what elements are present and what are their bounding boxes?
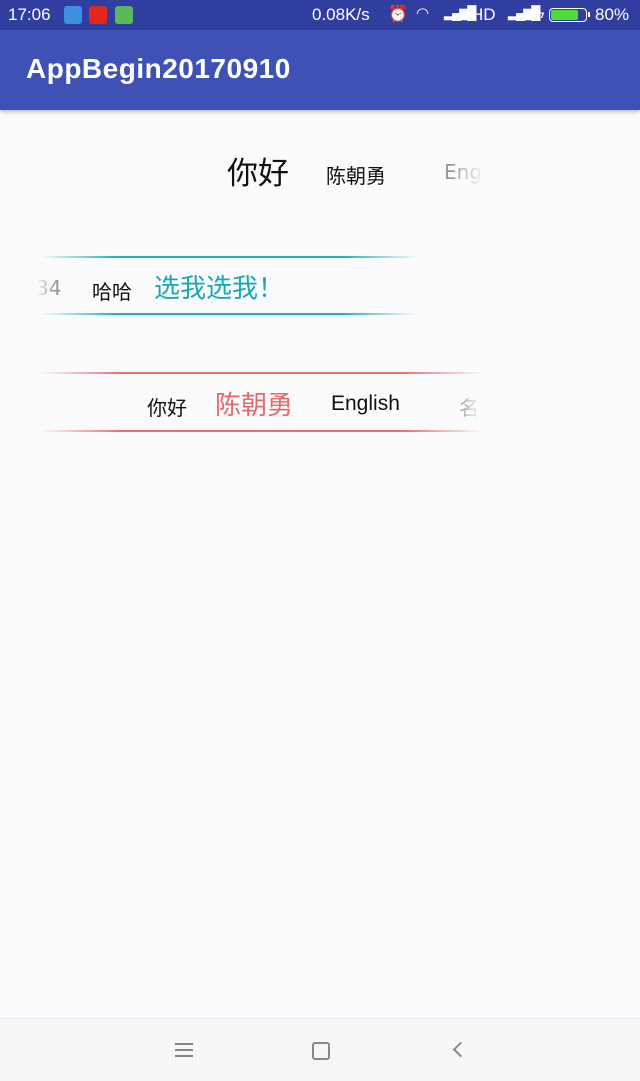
network-type: HD: [471, 5, 496, 24]
tab-strip-1-tab-selected[interactable]: 你好: [227, 148, 289, 193]
wifi-icon: ◠: [416, 5, 430, 22]
navigation-bar: [0, 1018, 640, 1081]
tab-strip-3-top-divider: [40, 372, 484, 374]
signal-icon: ▂▄▆█: [444, 5, 476, 20]
tab-strip-2-top-divider: [40, 256, 418, 258]
tab-strip-2-tab-selected[interactable]: 选我选我！: [154, 268, 284, 305]
netease-music-icon: [89, 6, 107, 24]
alarm-icon: ⏰: [388, 6, 408, 23]
app-title: AppBegin20170910: [26, 53, 291, 84]
usb-icon: [64, 6, 82, 24]
home-icon[interactable]: [308, 1038, 332, 1062]
tab-strip-3-tab-faded[interactable]: 名: [459, 392, 483, 421]
tab-strip-3-tab-selected[interactable]: 陈朝勇: [215, 385, 293, 422]
battery-icon: [549, 8, 590, 22]
charging-icon: ϟ: [537, 5, 545, 21]
tab-strip-3-tab[interactable]: English: [331, 392, 400, 416]
tab-strip-1[interactable]: 你好 陈朝勇 Eng: [0, 140, 640, 210]
tab-strip-2-tab-faded[interactable]: 34: [36, 276, 61, 300]
tab-strip-3-tab[interactable]: 你好: [147, 392, 187, 421]
android-debug-icon: [115, 6, 133, 24]
battery-percent: 80%: [595, 5, 630, 24]
back-icon[interactable]: [448, 1038, 472, 1062]
tab-strip-1-tab[interactable]: 陈朝勇: [326, 160, 386, 189]
app-bar: AppBegin20170910: [0, 30, 640, 110]
tab-strip-1-tab-faded[interactable]: Eng: [444, 160, 484, 184]
tab-strip-2[interactable]: 34 哈哈 选我选我！: [36, 256, 418, 316]
battery-fill: [551, 10, 579, 20]
tab-strip-3[interactable]: 你好 陈朝勇 English 名: [40, 372, 484, 434]
status-bar: 17:06 0.08K/s ⏰ ◠ ▂▄▆█ HD ▂▄▆█ ϟ 80%: [0, 0, 640, 30]
net-speed: 0.08K/s: [312, 5, 370, 24]
tab-strip-2-bottom-divider: [40, 313, 418, 315]
status-time: 17:06: [8, 5, 51, 24]
tab-strip-3-bottom-divider: [40, 430, 484, 432]
tab-strip-2-tab[interactable]: 哈哈: [92, 276, 132, 305]
menu-icon[interactable]: [172, 1038, 196, 1062]
signal-icon-2: ▂▄▆█: [508, 5, 540, 20]
